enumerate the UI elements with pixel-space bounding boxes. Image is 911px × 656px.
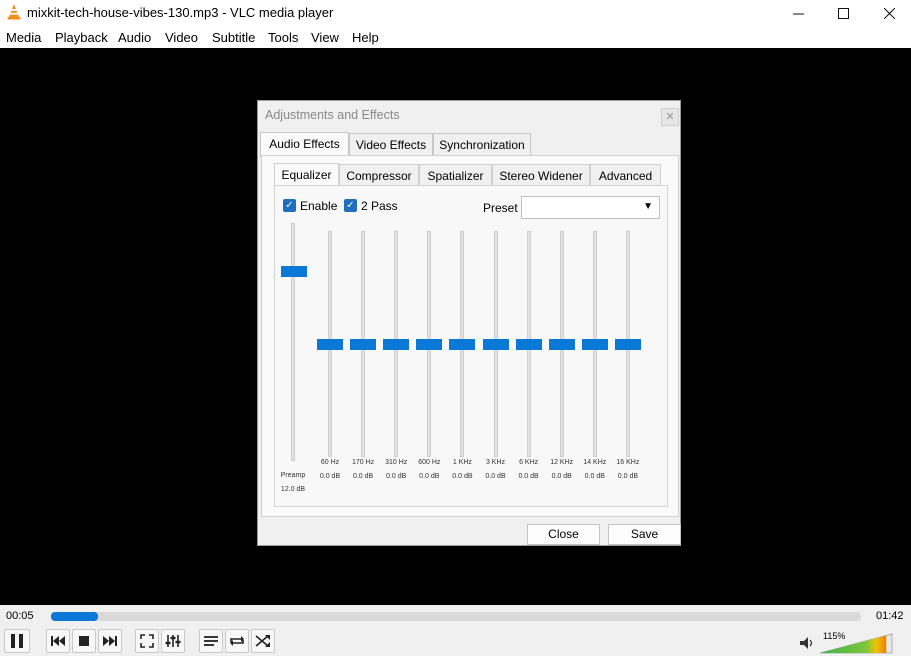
close-button[interactable]: Close <box>527 524 600 545</box>
dropdown-arrow-icon: ▼ <box>643 201 653 212</box>
menu-bar: Media Playback Audio Video Subtitle Tool… <box>0 26 911 48</box>
check-icon: ✓ <box>346 200 355 211</box>
eq-band-handle[interactable] <box>383 339 410 350</box>
total-time: 01:42 <box>876 610 904 622</box>
two-pass-checkbox[interactable]: ✓ <box>344 199 357 212</box>
preamp-label: Preamp <box>280 472 306 479</box>
adjustments-dialog: Adjustments and Effects ✕ Audio Effects … <box>257 100 681 546</box>
menu-tools[interactable]: Tools <box>268 30 298 45</box>
close-window-button[interactable] <box>866 0 911 26</box>
menu-playback[interactable]: Playback <box>55 30 108 45</box>
loop-icon <box>230 636 244 646</box>
stop-icon <box>79 636 89 646</box>
seek-bar[interactable] <box>51 612 861 621</box>
elapsed-time: 00:05 <box>6 610 34 622</box>
dialog-title: Adjustments and Effects <box>265 108 400 122</box>
eq-band-frequency: 16 KHz <box>616 459 640 466</box>
preamp-slider-track[interactable] <box>291 223 295 461</box>
close-icon <box>883 7 895 19</box>
eq-band-handle[interactable] <box>416 339 443 350</box>
tab-equalizer[interactable]: Equalizer <box>274 163 339 187</box>
vlc-cone-icon <box>7 4 21 20</box>
tab-stereo-widener[interactable]: Stereo Widener <box>492 164 590 186</box>
pause-button[interactable] <box>4 629 30 653</box>
volume-level-fill <box>820 634 887 653</box>
dialog-close-button[interactable]: ✕ <box>661 108 679 126</box>
menu-subtitle[interactable]: Subtitle <box>212 30 255 45</box>
previous-icon <box>51 636 65 646</box>
tab-spatializer[interactable]: Spatializer <box>419 164 492 186</box>
extended-settings-button[interactable] <box>161 629 185 653</box>
menu-help[interactable]: Help <box>352 30 379 45</box>
playlist-icon <box>204 636 218 646</box>
shuffle-button[interactable] <box>251 629 275 653</box>
menu-view[interactable]: View <box>311 30 339 45</box>
eq-band-handle[interactable] <box>317 339 343 350</box>
preset-label: Preset <box>483 201 518 215</box>
menu-media[interactable]: Media <box>6 30 41 45</box>
seek-row: 00:05 01:42 <box>0 605 911 627</box>
preamp-slider-handle[interactable] <box>281 265 307 277</box>
control-bar: 115% <box>0 627 911 656</box>
eq-band-handle[interactable] <box>515 339 542 350</box>
eq-band-handle[interactable] <box>482 339 509 350</box>
close-icon: ✕ <box>665 111 675 123</box>
previous-button[interactable] <box>46 629 70 653</box>
fullscreen-icon <box>140 634 154 648</box>
equalizer-icon <box>165 635 181 647</box>
menu-video[interactable]: Video <box>165 30 198 45</box>
two-pass-label: 2 Pass <box>361 199 398 213</box>
eq-band-handle[interactable] <box>350 339 377 350</box>
save-button[interactable]: Save <box>608 524 681 545</box>
next-icon <box>103 636 117 646</box>
enable-checkbox[interactable]: ✓ <box>283 199 296 212</box>
playlist-button[interactable] <box>199 629 223 653</box>
eq-band-handle[interactable] <box>449 339 476 350</box>
eq-band-handle[interactable] <box>581 339 608 350</box>
minimize-button[interactable] <box>775 0 821 26</box>
audio-effects-panel: Equalizer Compressor Spatializer Stereo … <box>261 155 679 517</box>
tab-compressor[interactable]: Compressor <box>339 164 419 186</box>
loop-button[interactable] <box>225 629 249 653</box>
title-bar: mixkit-tech-house-vibes-130.mp3 - VLC me… <box>0 0 911 26</box>
seek-progress <box>51 612 98 621</box>
stop-button[interactable] <box>72 629 96 653</box>
volume-slider[interactable] <box>819 633 893 654</box>
check-icon: ✓ <box>285 200 294 211</box>
pause-icon <box>11 634 23 648</box>
fullscreen-button[interactable] <box>135 629 159 653</box>
menu-audio[interactable]: Audio <box>118 30 151 45</box>
tab-synchronization[interactable]: Synchronization <box>433 133 531 156</box>
eq-band-handle[interactable] <box>614 339 641 350</box>
maximize-button[interactable] <box>820 0 866 26</box>
tab-video-effects[interactable]: Video Effects <box>349 133 433 156</box>
eq-band-value: 0.0 dB <box>617 473 639 480</box>
preset-dropdown[interactable]: ▼ <box>521 196 660 219</box>
tab-advanced[interactable]: Advanced <box>590 164 661 186</box>
enable-label: Enable <box>300 199 338 213</box>
equalizer-panel: ✓ Enable ✓ 2 Pass Preset ▼ Preamp 12.0 d… <box>274 185 668 507</box>
window-title: mixkit-tech-house-vibes-130.mp3 - VLC me… <box>27 5 334 20</box>
preamp-value: 12.0 dB <box>280 486 306 493</box>
eq-band-handle[interactable] <box>548 339 575 350</box>
minimize-icon <box>792 13 804 14</box>
speaker-icon[interactable] <box>799 636 816 650</box>
maximize-icon <box>837 7 849 19</box>
shuffle-icon <box>255 635 270 647</box>
next-button[interactable] <box>98 629 122 653</box>
tab-audio-effects[interactable]: Audio Effects <box>260 132 349 157</box>
